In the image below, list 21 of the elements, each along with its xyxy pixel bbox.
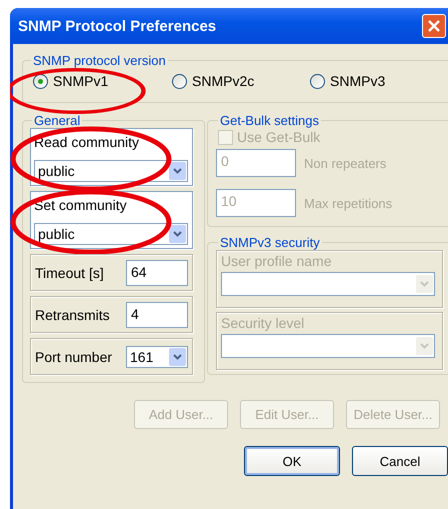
field-label: Non repeaters: [304, 156, 386, 170]
group-label: SNMP protocol version: [32, 53, 167, 68]
input-field[interactable]: 64: [126, 260, 188, 286]
field-label: Max repetitions: [304, 196, 392, 210]
group-label: SNMPv3 security: [219, 235, 321, 250]
field-label: Retransmits: [35, 306, 110, 322]
combo-box[interactable]: public: [34, 223, 188, 245]
group-label: Get-Bulk settings: [219, 113, 320, 128]
window-title: SNMP Protocol Preferences: [18, 18, 216, 34]
field-label: Security level: [221, 315, 306, 331]
group-label: General: [33, 113, 82, 128]
dialog-button[interactable]: OK: [244, 446, 340, 476]
combo-box[interactable]: public: [34, 160, 188, 182]
radio-option[interactable]: SNMPv3: [306, 68, 386, 89]
combo-box[interactable]: 161: [126, 346, 188, 368]
radio-option[interactable]: SNMPv2c: [168, 68, 254, 89]
field-label: User profile name: [221, 253, 332, 269]
field-label: Timeout [s]: [35, 264, 104, 280]
field-label: Port number: [35, 348, 112, 364]
input-field[interactable]: 4: [126, 302, 188, 328]
dialog-button[interactable]: Cancel: [352, 446, 448, 476]
